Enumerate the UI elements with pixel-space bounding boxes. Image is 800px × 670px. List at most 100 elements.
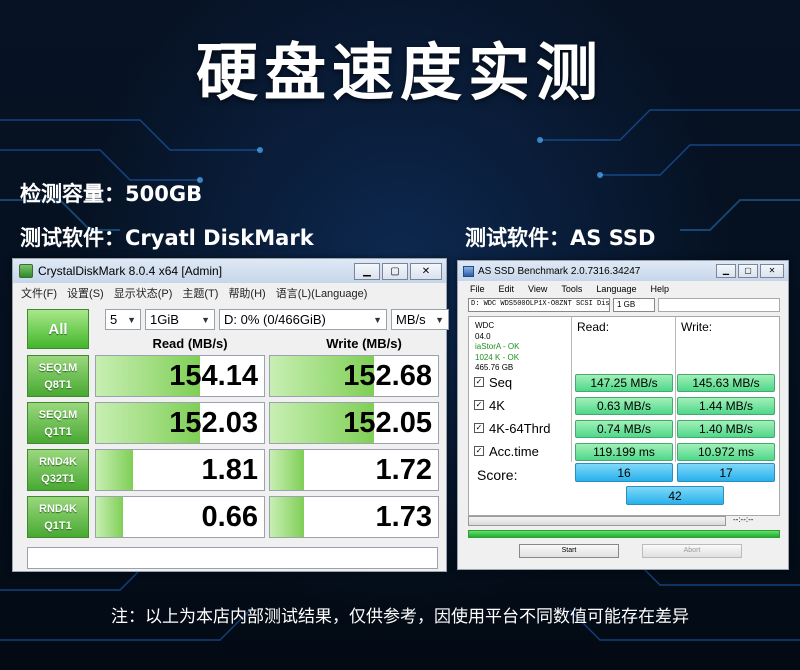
maximize-icon[interactable]: ▢: [382, 262, 408, 280]
drive-select[interactable]: D: WDC WDS500OLP1X-O8ZNT SCSI Disk: [468, 298, 610, 312]
asssd-results-panel: WDC 04.0 iaStorA - OK 1024 K - OK 465.76…: [468, 316, 780, 516]
size-select[interactable]: 1GiB ▼: [145, 309, 215, 330]
test-name: RND4K: [39, 503, 77, 515]
test-button[interactable]: RND4K Q32T1: [27, 449, 89, 491]
drive-firmware: 04.0: [475, 331, 491, 341]
count-value: 5: [110, 312, 118, 327]
write-column-header: Write (MB/s): [326, 336, 402, 351]
score-label: Score:: [477, 467, 518, 483]
test-checkbox[interactable]: ✓: [474, 446, 484, 456]
write-result: 1.73: [269, 496, 439, 538]
menu-profile[interactable]: 显示状态(P): [114, 285, 173, 301]
size-select[interactable]: 1 GB: [613, 298, 655, 312]
write-value: 1.44 MB/s: [677, 397, 775, 415]
table-row: SEQ1M Q8T1 154.14 152.68: [27, 355, 439, 397]
minimize-icon[interactable]: ▁: [716, 264, 736, 278]
start-button[interactable]: Start: [519, 544, 619, 558]
menu-file[interactable]: File: [470, 284, 485, 294]
menu-settings[interactable]: 设置(S): [67, 285, 104, 301]
size-value: 1GiB: [150, 312, 179, 327]
drive-model: WDC: [475, 321, 495, 330]
maximize-icon[interactable]: ▢: [738, 264, 758, 278]
menu-file[interactable]: 文件(F): [21, 285, 57, 301]
chevron-down-icon: ▼: [127, 314, 136, 325]
spec-capacity: 检测容量：500GB: [20, 182, 203, 206]
total-progress-bar: [468, 530, 780, 538]
read-result: 152.03: [95, 402, 265, 444]
cdm-window-title: CrystalDiskMark 8.0.4 x64 [Admin]: [38, 264, 223, 278]
comment-field[interactable]: [27, 547, 438, 569]
menu-help[interactable]: Help: [650, 284, 669, 294]
test-button[interactable]: SEQ1M Q8T1: [27, 355, 89, 397]
test-button[interactable]: SEQ1M Q1T1: [27, 402, 89, 444]
read-value: 147.25 MB/s: [575, 374, 673, 392]
cdm-app-icon: [19, 264, 33, 278]
score-total: 42: [626, 486, 724, 505]
test-queue: Q8T1: [44, 379, 72, 391]
menu-theme[interactable]: 主题(T): [182, 285, 218, 301]
drive-info: WDC 04.0 iaStorA - OK 1024 K - OK 465.76…: [475, 321, 519, 374]
table-row: SEQ1M Q1T1 152.03 152.05: [27, 402, 439, 444]
test-queue: Q1T1: [44, 426, 72, 438]
abort-button[interactable]: Abort: [642, 544, 742, 558]
test-checkbox[interactable]: ✓: [474, 377, 484, 387]
chevron-down-icon: ▼: [201, 314, 210, 325]
test-queue: Q1T1: [44, 520, 72, 532]
write-column-header: Write:: [681, 320, 713, 334]
table-row: ✓ Seq 147.25 MB/s 145.63 MB/s: [469, 372, 781, 394]
read-value: 0.63 MB/s: [575, 397, 673, 415]
asssd-window-title: AS SSD Benchmark 2.0.7316.34247: [478, 265, 641, 277]
close-icon[interactable]: ✕: [760, 264, 784, 278]
read-result: 1.81: [95, 449, 265, 491]
test-checkbox[interactable]: ✓: [474, 400, 484, 410]
drive-value: D: 0% (0/466GiB): [224, 312, 326, 327]
write-value: 1.40 MB/s: [677, 420, 775, 438]
table-row: ✓ Acc.time 119.199 ms 10.972 ms: [469, 441, 781, 463]
test-label: 4K: [489, 398, 505, 413]
score-write: 17: [677, 463, 775, 482]
write-result: 152.05: [269, 402, 439, 444]
table-row: RND4K Q32T1 1.81 1.72: [27, 449, 439, 491]
write-value: 10.972 ms: [677, 443, 775, 461]
cdm-titlebar: CrystalDiskMark 8.0.4 x64 [Admin] ▁ ▢ ✕: [13, 259, 446, 283]
cdm-menu-bar: 文件(F) 设置(S) 显示状态(P) 主题(T) 帮助(H) 语言(L)(La…: [13, 283, 446, 302]
menu-language[interactable]: 语言(L)(Language): [276, 285, 368, 301]
table-row: RND4K Q1T1 0.66 1.73: [27, 496, 439, 538]
asssd-menu-bar: File Edit View Tools Language Help: [458, 281, 788, 297]
test-checkbox[interactable]: ✓: [474, 423, 484, 433]
test-name: SEQ1M: [38, 362, 78, 374]
asssd-extra-field: [658, 298, 780, 312]
unit-select[interactable]: MB/s ▼: [391, 309, 449, 330]
test-label: Seq: [489, 375, 513, 390]
elapsed-timer: --:--:--: [733, 515, 754, 524]
write-value: 1.73: [375, 501, 432, 533]
write-fill-bar: [270, 450, 304, 490]
crystaldiskmark-window: CrystalDiskMark 8.0.4 x64 [Admin] ▁ ▢ ✕ …: [12, 258, 449, 572]
test-name: RND4K: [39, 456, 77, 468]
all-button[interactable]: All: [27, 309, 89, 349]
spec-software-cdm: 测试软件：Cryatl DiskMark: [20, 226, 314, 250]
count-select[interactable]: 5 ▼: [105, 309, 141, 330]
asssd-window: AS SSD Benchmark 2.0.7316.34247 ▁ ▢ ✕ Fi…: [457, 260, 789, 570]
asssd-app-icon: [463, 265, 474, 277]
menu-language[interactable]: Language: [596, 284, 636, 294]
asssd-titlebar: AS SSD Benchmark 2.0.7316.34247 ▁ ▢ ✕: [458, 261, 788, 281]
write-result: 152.68: [269, 355, 439, 397]
read-column-header: Read:: [577, 320, 610, 334]
chevron-down-icon: ▼: [435, 314, 444, 325]
table-row: ✓ 4K-64Thrd 0.74 MB/s 1.40 MB/s: [469, 418, 781, 440]
test-label: Acc.time: [489, 444, 539, 459]
menu-tools[interactable]: Tools: [561, 284, 582, 294]
drive-select[interactable]: D: 0% (0/466GiB) ▼: [219, 309, 387, 330]
alignment-status: 1024 K - OK: [475, 352, 520, 362]
menu-view[interactable]: View: [528, 284, 547, 294]
menu-help[interactable]: 帮助(H): [228, 285, 265, 301]
write-fill-bar: [270, 497, 304, 537]
read-value: 0.66: [201, 501, 258, 533]
menu-edit[interactable]: Edit: [499, 284, 515, 294]
close-icon[interactable]: ✕: [410, 262, 442, 280]
test-button[interactable]: RND4K Q1T1: [27, 496, 89, 538]
driver-status: iaStorA - OK: [475, 342, 520, 351]
minimize-icon[interactable]: ▁: [354, 262, 380, 280]
read-column-header: Read (MB/s): [152, 336, 228, 351]
